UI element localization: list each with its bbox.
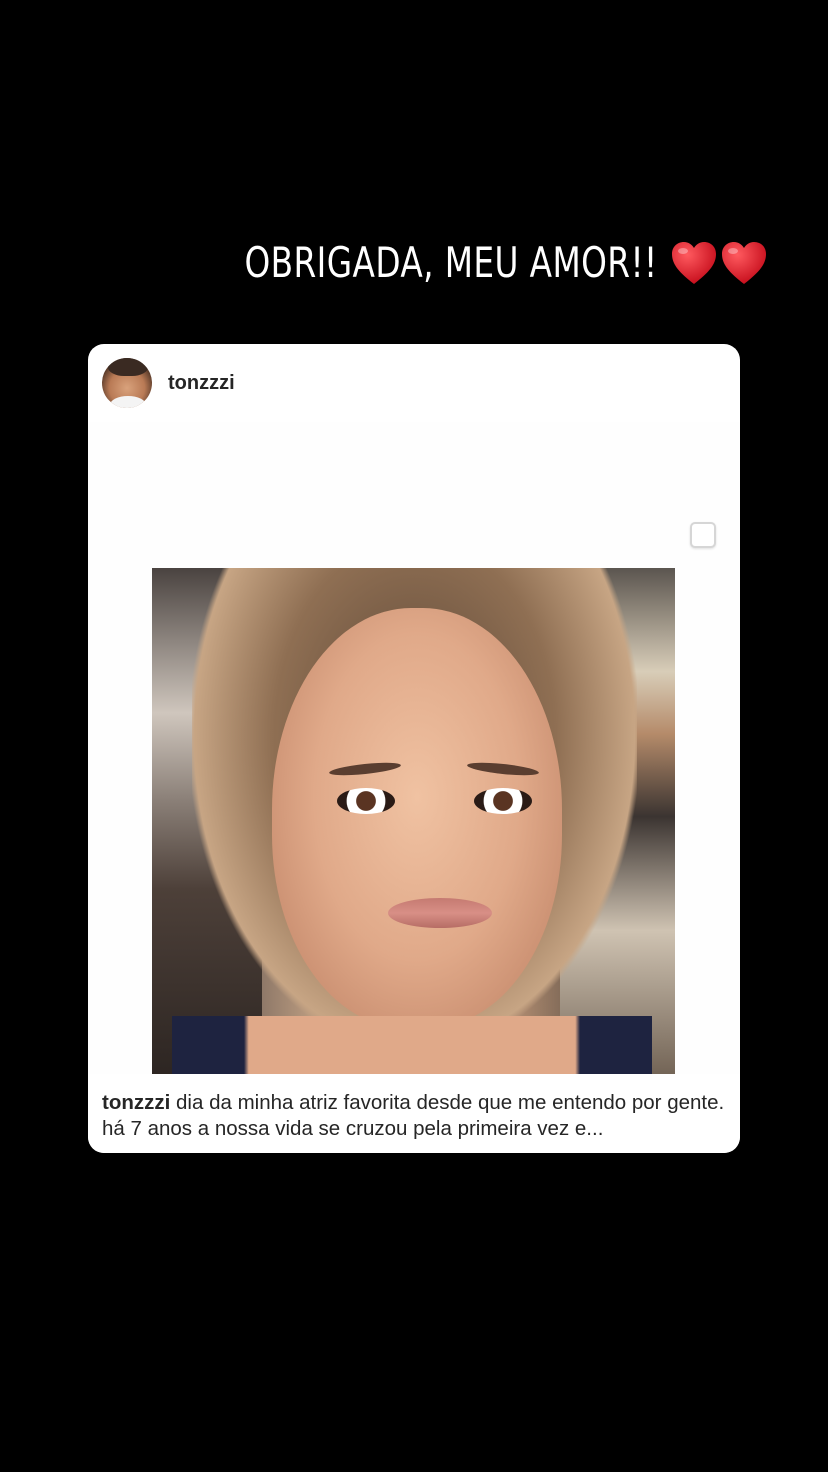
caption-username[interactable]: tonzzzi (102, 1091, 170, 1114)
shared-post-card[interactable]: tonzzzi tonzzzi dia da minha atriz favor… (88, 344, 740, 1153)
checkbox-icon[interactable] (690, 522, 716, 548)
post-caption[interactable]: tonzzzi dia da minha atriz favorita desd… (102, 1090, 727, 1142)
post-header: tonzzzi (88, 344, 740, 422)
post-photo[interactable] (152, 568, 675, 1086)
photo-eye (337, 788, 395, 814)
story-caption-text: OBRIGADA, MEU AMOR!! (244, 238, 658, 287)
avatar[interactable] (102, 358, 152, 408)
heart-icon (672, 241, 716, 284)
hearts (670, 240, 768, 286)
photo-lips (388, 898, 492, 928)
story-text-sticker: OBRIGADA, MEU AMOR!! (128, 238, 768, 287)
photo-face (272, 608, 562, 1028)
heart-icon (722, 241, 766, 284)
post-username[interactable]: tonzzzi (168, 372, 235, 395)
photo-eye (474, 788, 532, 814)
caption-text: dia da minha atriz favorita desde que me… (102, 1091, 725, 1140)
post-footer: tonzzzi dia da minha atriz favorita desd… (88, 1074, 740, 1153)
post-body (88, 422, 740, 1086)
